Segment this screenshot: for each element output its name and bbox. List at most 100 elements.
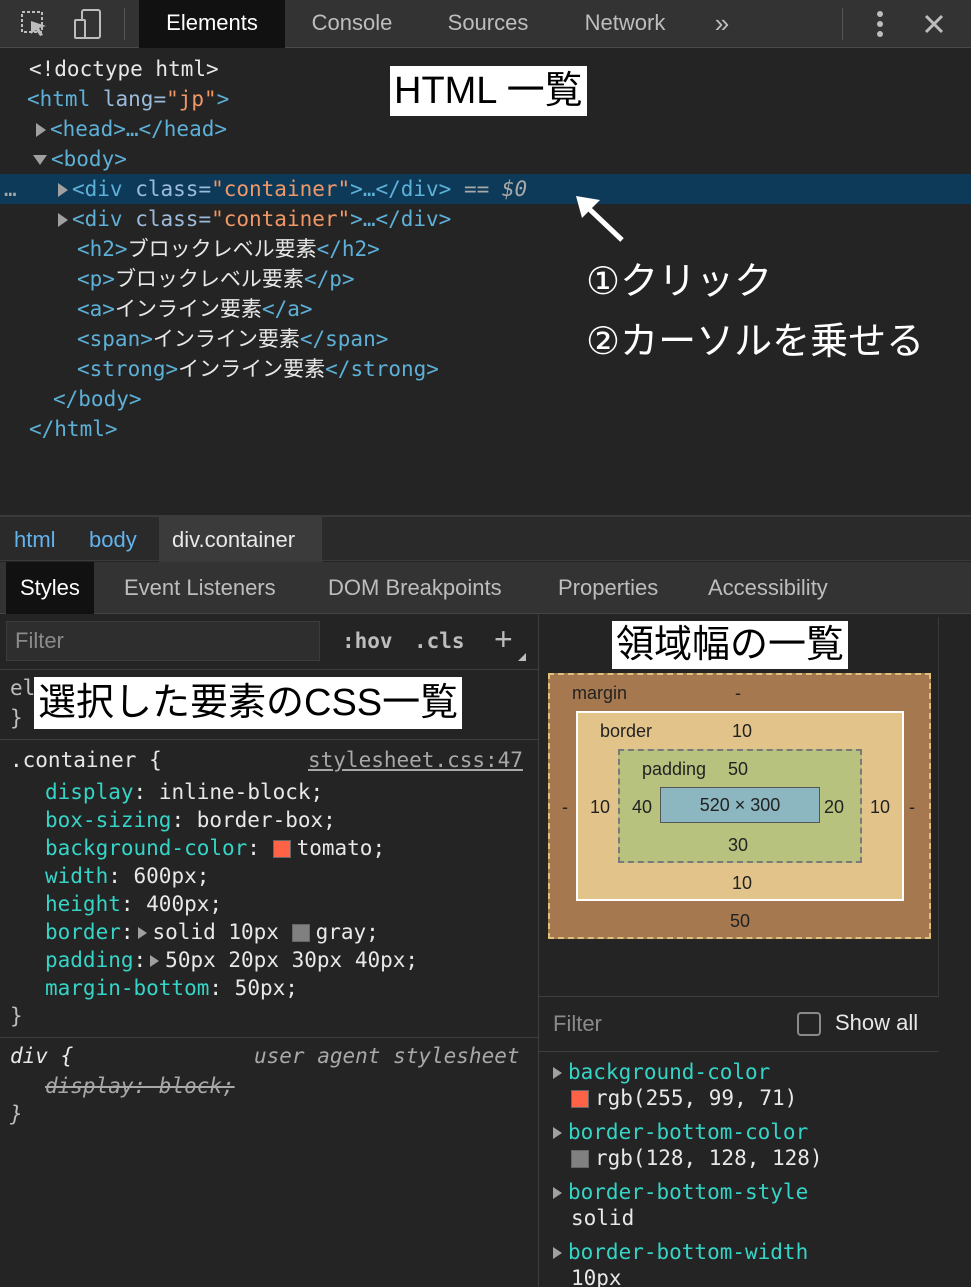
property-name: height	[45, 892, 121, 916]
doctype-text: <!doctype html>	[29, 57, 219, 81]
padding-top-value[interactable]: 50	[728, 759, 748, 780]
border-left-value[interactable]: 10	[590, 797, 610, 818]
rule-close-brace: }	[10, 706, 23, 730]
h2-open-tag: <h2>	[77, 237, 128, 261]
breadcrumb-html[interactable]: html	[4, 517, 66, 562]
kebab-menu-icon[interactable]	[862, 6, 898, 42]
property-value: tomato;	[296, 836, 386, 860]
device-toolbar-icon[interactable]	[70, 6, 106, 42]
color-swatch[interactable]	[291, 924, 310, 942]
tab-network[interactable]: Network	[570, 0, 680, 48]
inspect-element-icon[interactable]	[16, 6, 52, 42]
cls-toggle[interactable]: .cls	[414, 627, 465, 655]
h2-node[interactable]: <h2>ブロックレベル要素</h2>	[77, 234, 380, 264]
expand-triangle-icon[interactable]	[150, 955, 160, 967]
selected-div-node[interactable]: … <div class="container">…</div> == $0	[0, 174, 971, 204]
css-declaration[interactable]: display: inline-block;	[45, 778, 323, 806]
padding-bottom-value[interactable]: 30	[728, 835, 748, 856]
tab-accessibility[interactable]: Accessibility	[708, 562, 828, 614]
tab-styles[interactable]: Styles	[6, 562, 94, 614]
box-model-content[interactable]: 520 × 300	[660, 787, 820, 823]
html-close-node[interactable]: </html>	[29, 414, 118, 444]
margin-bottom-value[interactable]: 50	[730, 911, 750, 932]
html-tag-end: >	[216, 87, 230, 111]
body-close-node[interactable]: </body>	[53, 384, 142, 414]
tab-sources[interactable]: Sources	[434, 0, 542, 48]
property-value: solid 10px	[152, 920, 292, 944]
rule-selector: .container {	[10, 746, 162, 774]
body-tag: <body>	[51, 147, 127, 171]
computed-property[interactable]: border-bottom-width	[549, 1238, 808, 1266]
tab-elements[interactable]: Elements	[139, 0, 285, 48]
expand-triangle-icon[interactable]	[553, 1247, 562, 1259]
computed-property[interactable]: border-bottom-style	[549, 1178, 808, 1206]
head-node[interactable]: <head>…</head>	[36, 114, 227, 144]
styles-filter-input[interactable]: Filter	[6, 621, 320, 661]
tab-console[interactable]: Console	[298, 0, 406, 48]
span-node[interactable]: <span>インライン要素</span>	[77, 324, 388, 354]
computed-filter-input[interactable]: Filter	[553, 1011, 602, 1037]
collapse-triangle-icon[interactable]	[33, 155, 47, 165]
doctype-node[interactable]: <!doctype html>	[29, 54, 219, 84]
computed-property-name: background-color	[568, 1060, 771, 1084]
p-node[interactable]: <p>ブロックレベル要素</p>	[77, 264, 355, 294]
border-right-value[interactable]: 10	[870, 797, 890, 818]
computed-property-value: 10px	[571, 1266, 622, 1287]
tab-properties[interactable]: Properties	[558, 562, 658, 614]
css-declaration[interactable]: height: 400px;	[45, 890, 222, 918]
css-declaration[interactable]: margin-bottom: 50px;	[45, 974, 298, 1002]
a-open-tag: <a>	[77, 297, 115, 321]
margin-left-value[interactable]: -	[562, 797, 568, 818]
expand-triangle-icon[interactable]	[137, 927, 147, 939]
color-swatch[interactable]	[571, 1090, 589, 1108]
css-declaration[interactable]: width: 600px;	[45, 862, 209, 890]
tab-dom-breakpoints[interactable]: DOM Breakpoints	[328, 562, 502, 614]
property-name: box-sizing	[45, 808, 172, 832]
computed-property[interactable]: border-bottom-color	[549, 1118, 808, 1146]
show-all-checkbox[interactable]	[797, 1012, 821, 1036]
more-tabs-icon[interactable]: »	[702, 0, 742, 48]
a-node[interactable]: <a>インライン要素</a>	[77, 294, 313, 324]
scrollbar-track[interactable]	[938, 617, 968, 997]
expand-triangle-icon[interactable]	[36, 123, 46, 137]
color-swatch[interactable]	[571, 1150, 589, 1168]
border-bottom-value[interactable]: 10	[732, 873, 752, 894]
expand-triangle-icon[interactable]	[553, 1187, 562, 1199]
property-name: padding	[45, 948, 134, 972]
close-icon[interactable]	[916, 6, 952, 42]
html-node[interactable]: <html lang="jp">	[27, 84, 229, 114]
padding-right-value[interactable]: 20	[824, 797, 844, 818]
margin-top-value[interactable]: -	[735, 683, 741, 704]
span-open-tag: <span>	[77, 327, 153, 351]
breadcrumb-div-container[interactable]: div.container	[159, 517, 322, 562]
css-declaration[interactable]: border: solid 10px gray;	[45, 918, 379, 946]
expand-triangle-icon[interactable]	[58, 183, 68, 197]
css-list-annotation: 選択した要素のCSS一覧	[34, 677, 463, 729]
box-model-border[interactable]: border 10 10 10 10 padding 50 40 20 30 5…	[576, 711, 904, 901]
rule-selector: div {	[10, 1042, 73, 1070]
p-text: ブロックレベル要素	[114, 267, 304, 291]
css-declaration[interactable]: background-color: tomato;	[45, 834, 385, 862]
div-node[interactable]: <div class="container">…</div>	[58, 204, 451, 234]
padding-left-value[interactable]: 40	[632, 797, 652, 818]
hov-toggle[interactable]: :hov	[342, 627, 393, 655]
computed-property[interactable]: background-color	[549, 1058, 770, 1086]
box-model-padding[interactable]: padding 50 40 20 30 520 × 300	[618, 749, 862, 863]
strong-node[interactable]: <strong>インライン要素</strong>	[77, 354, 439, 384]
expand-triangle-icon[interactable]	[58, 213, 68, 227]
body-node[interactable]: <body>	[33, 144, 127, 174]
margin-label: margin	[572, 683, 628, 703]
border-top-value[interactable]: 10	[732, 721, 752, 742]
css-declaration[interactable]: box-sizing: border-box;	[45, 806, 336, 834]
expand-triangle-icon[interactable]	[553, 1067, 562, 1079]
margin-right-value[interactable]: -	[909, 797, 915, 818]
breadcrumb-body[interactable]: body	[79, 517, 147, 562]
source-link[interactable]: stylesheet.css:47	[308, 746, 523, 774]
color-swatch[interactable]	[272, 840, 291, 858]
css-declaration[interactable]: padding: 50px 20px 30px 40px;	[45, 946, 418, 974]
box-list-annotation: 領域幅の一覧	[612, 621, 849, 669]
new-rule-button[interactable]: +	[494, 623, 513, 655]
expand-triangle-icon[interactable]	[553, 1127, 562, 1139]
tab-event-listeners[interactable]: Event Listeners	[124, 562, 276, 614]
box-model-margin[interactable]: margin - - - 50 border 10 10 10 10 paddi…	[548, 673, 931, 939]
